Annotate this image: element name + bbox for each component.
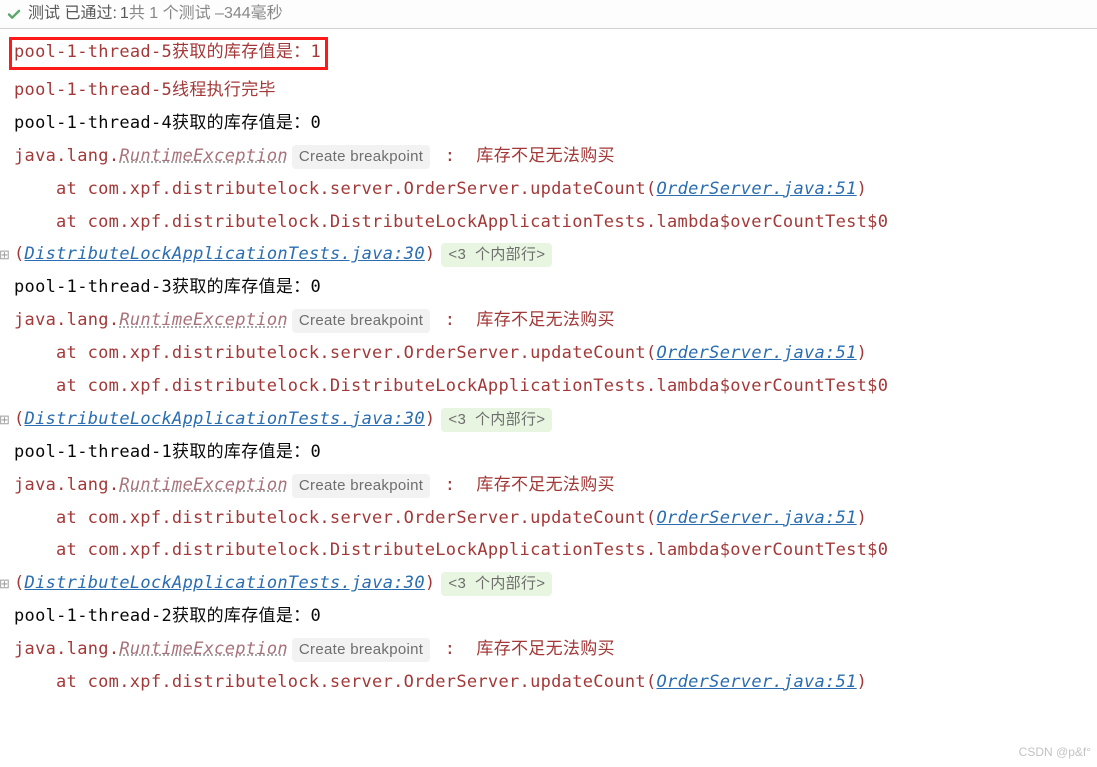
console-line: pool-1-thread-3获取的库存值是：0 (14, 272, 1095, 305)
stack-frame-cont: ⊞(DistributeLockApplicationTests.java:30… (14, 404, 1095, 437)
stock-value: 1 (310, 42, 321, 62)
stock-label: 获取的库存值是： (172, 277, 310, 297)
paren: ) (857, 179, 868, 199)
header-total: 共 1 个测试 – (129, 3, 224, 25)
paren: ) (857, 508, 868, 528)
exception-line: java.lang.RuntimeExceptionCreate breakpo… (14, 634, 1095, 667)
exception-class: RuntimeException (119, 146, 288, 166)
exception-package: java.lang. (14, 639, 119, 659)
fold-toggle[interactable]: <3 个内部行> (441, 408, 552, 432)
source-link[interactable]: DistributeLockApplicationTests.java:30 (25, 409, 425, 429)
stack-frame-cont: ⊞(DistributeLockApplicationTests.java:30… (14, 568, 1095, 601)
stock-value: 0 (310, 113, 321, 133)
thread-name: pool-1-thread-2 (14, 606, 172, 626)
source-link[interactable]: OrderServer.java:51 (657, 508, 857, 528)
create-breakpoint-button[interactable]: Create breakpoint (292, 309, 430, 333)
paren: ) (857, 343, 868, 363)
thread-name: pool-1-thread-1 (14, 442, 172, 462)
source-link[interactable]: OrderServer.java:51 (657, 343, 857, 363)
paren: ) (425, 244, 436, 264)
exception-package: java.lang. (14, 310, 119, 330)
console-line: pool-1-thread-1获取的库存值是：0 (14, 437, 1095, 470)
exception-package: java.lang. (14, 146, 119, 166)
console-line: pool-1-thread-4获取的库存值是：0 (14, 108, 1095, 141)
console-line: pool-1-thread-5获取的库存值是：1 (14, 35, 1095, 75)
expand-icon[interactable]: ⊞ (0, 575, 10, 593)
colon: : (434, 146, 476, 166)
source-link[interactable]: DistributeLockApplicationTests.java:30 (25, 573, 425, 593)
stock-label: 获取的库存值是： (172, 606, 310, 626)
frame-text: at com.xpf.distributelock.DistributeLock… (56, 212, 888, 232)
stack-frame: at com.xpf.distributelock.server.OrderSe… (14, 338, 1095, 371)
header-label: 测试 已通过: (28, 3, 117, 25)
exception-class: RuntimeException (119, 310, 288, 330)
stack-frame: at com.xpf.distributelock.server.OrderSe… (14, 174, 1095, 207)
create-breakpoint-button[interactable]: Create breakpoint (292, 638, 430, 662)
exception-class: RuntimeException (119, 475, 288, 495)
create-breakpoint-button[interactable]: Create breakpoint (292, 474, 430, 498)
exception-class: RuntimeException (119, 639, 288, 659)
thread-name: pool-1-thread-5 (14, 42, 172, 62)
highlight-annotation: pool-1-thread-5获取的库存值是：1 (9, 37, 328, 70)
stack-frame: at com.xpf.distributelock.DistributeLock… (14, 371, 1095, 404)
thread-name: pool-1-thread-5 (14, 80, 172, 100)
stack-frame-cont: ⊞(DistributeLockApplicationTests.java:30… (14, 239, 1095, 272)
stack-frame: at com.xpf.distributelock.DistributeLock… (14, 207, 1095, 240)
source-link[interactable]: DistributeLockApplicationTests.java:30 (25, 244, 425, 264)
frame-text: at com.xpf.distributelock.server.OrderSe… (56, 508, 657, 528)
stack-frame: at com.xpf.distributelock.server.OrderSe… (14, 667, 1095, 700)
exception-message: 库存不足无法购买 (476, 310, 614, 330)
stock-label: 获取的库存值是： (172, 113, 310, 133)
frame-text: at com.xpf.distributelock.server.OrderSe… (56, 343, 657, 363)
frame-text: at com.xpf.distributelock.DistributeLock… (56, 540, 888, 560)
stock-label: 获取的库存值是： (172, 42, 310, 62)
exception-message: 库存不足无法购买 (476, 146, 614, 166)
header-duration: 344毫秒 (224, 3, 283, 25)
stack-frame: at com.xpf.distributelock.server.OrderSe… (14, 503, 1095, 536)
exception-line: java.lang.RuntimeExceptionCreate breakpo… (14, 141, 1095, 174)
paren: ) (425, 573, 436, 593)
exception-line: java.lang.RuntimeExceptionCreate breakpo… (14, 305, 1095, 338)
console-line: pool-1-thread-5线程执行完毕 (14, 75, 1095, 108)
thread-name: pool-1-thread-3 (14, 277, 172, 297)
stock-value: 0 (310, 606, 321, 626)
exception-message: 库存不足无法购买 (476, 639, 614, 659)
stock-value: 0 (310, 277, 321, 297)
colon: : (434, 639, 476, 659)
console-output: pool-1-thread-5获取的库存值是：1 pool-1-thread-5… (0, 29, 1097, 705)
paren: ( (14, 244, 25, 264)
colon: : (434, 310, 476, 330)
check-icon (6, 6, 22, 22)
thread-name: pool-1-thread-4 (14, 113, 172, 133)
exception-package: java.lang. (14, 475, 119, 495)
fold-toggle[interactable]: <3 个内部行> (441, 572, 552, 596)
paren: ) (857, 672, 868, 692)
watermark: CSDN @p&f° (1019, 744, 1091, 761)
colon: : (434, 475, 476, 495)
source-link[interactable]: OrderServer.java:51 (657, 672, 857, 692)
paren: ) (425, 409, 436, 429)
stack-frame: at com.xpf.distributelock.DistributeLock… (14, 535, 1095, 568)
frame-text: at com.xpf.distributelock.DistributeLock… (56, 376, 888, 396)
stock-label: 获取的库存值是： (172, 442, 310, 462)
console-line: pool-1-thread-2获取的库存值是：0 (14, 601, 1095, 634)
stock-value: 0 (310, 442, 321, 462)
paren: ( (14, 409, 25, 429)
exception-line: java.lang.RuntimeExceptionCreate breakpo… (14, 470, 1095, 503)
expand-icon[interactable]: ⊞ (0, 246, 10, 264)
exception-message: 库存不足无法购买 (476, 475, 614, 495)
source-link[interactable]: OrderServer.java:51 (657, 179, 857, 199)
paren: ( (14, 573, 25, 593)
frame-text: at com.xpf.distributelock.server.OrderSe… (56, 672, 657, 692)
frame-text: at com.xpf.distributelock.server.OrderSe… (56, 179, 657, 199)
done-label: 线程执行完毕 (172, 80, 276, 100)
create-breakpoint-button[interactable]: Create breakpoint (292, 145, 430, 169)
fold-toggle[interactable]: <3 个内部行> (441, 243, 552, 267)
header-passed-count: 1 (120, 3, 129, 25)
expand-icon[interactable]: ⊞ (0, 411, 10, 429)
test-status-bar: 测试 已通过: 1 共 1 个测试 – 344毫秒 (0, 0, 1097, 29)
